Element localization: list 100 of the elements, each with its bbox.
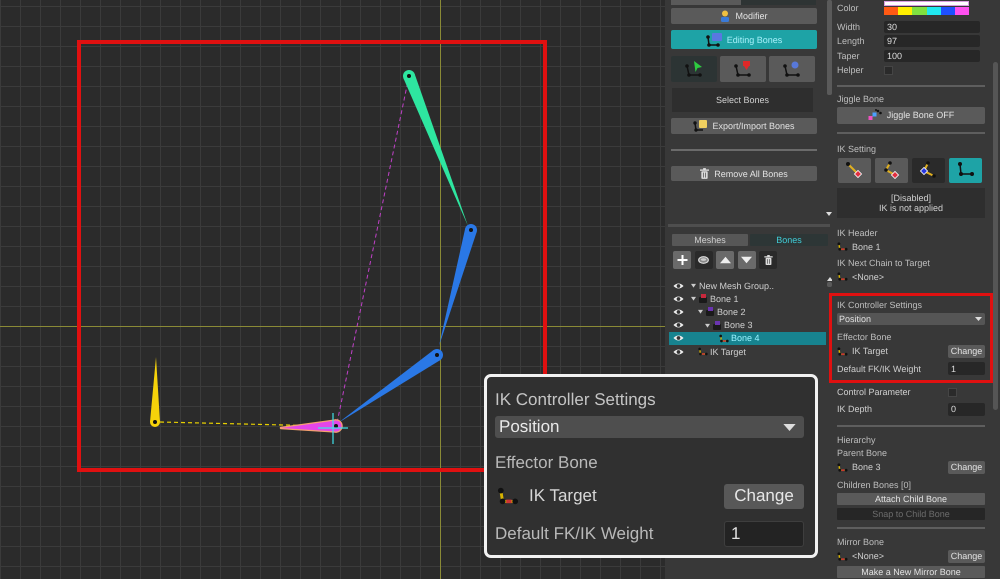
change-button[interactable]: Change [724, 484, 804, 508]
section-title: IK Setting [837, 144, 878, 154]
tree-item[interactable]: New Mesh Group.. [669, 279, 826, 292]
field-label: IK Header [837, 228, 879, 238]
scrollbar-thumb[interactable] [826, 0, 832, 95]
palette-swatch[interactable] [926, 7, 941, 15]
checkbox[interactable] [948, 388, 957, 396]
tree-item[interactable]: Bone 4 [669, 332, 826, 345]
move-up-button[interactable] [716, 251, 734, 269]
expand-arrow-icon[interactable] [698, 309, 703, 314]
expand-arrow-icon[interactable] [691, 283, 696, 288]
palette-swatch[interactable] [884, 7, 898, 15]
tab[interactable]: Bones [750, 234, 828, 246]
eye-icon[interactable] [673, 334, 684, 342]
bone-name: <None> [852, 272, 884, 282]
ik-mode-button[interactable] [838, 158, 871, 182]
ik-mode-button[interactable] [912, 158, 945, 182]
field-label: Length [837, 36, 866, 46]
trash-icon [762, 255, 774, 265]
bone-name: IK Target [852, 346, 888, 356]
ik-status-note: IK is not applied [878, 202, 944, 212]
section-title: IK Controller Settings [495, 389, 657, 411]
bone-chain-cursor-icon [685, 61, 703, 77]
number-field[interactable]: 100 [884, 50, 980, 62]
change-button[interactable]: Change [948, 550, 985, 562]
checkbox[interactable] [884, 66, 893, 74]
number-field[interactable]: 97 [884, 35, 980, 47]
section-title: Jiggle Bone [837, 94, 886, 104]
tab[interactable]: Meshes [672, 234, 748, 246]
crosshair-icon [318, 413, 348, 444]
field-label: Default FK/IK Weight [495, 524, 654, 544]
palette-swatch[interactable] [954, 7, 970, 15]
scroll-down-arrow-icon[interactable] [826, 212, 832, 216]
eye-icon[interactable] [673, 308, 684, 316]
number-field[interactable]: 30 [884, 20, 980, 32]
weight-field[interactable]: 1 [948, 362, 985, 375]
ik-status-title: [Disabled] [890, 192, 932, 202]
select-bones-hint: Select Bones [672, 88, 813, 112]
weight-field[interactable]: 1 [724, 521, 804, 547]
mode-dropdown[interactable]: Position [837, 312, 985, 324]
current-color-swatch[interactable] [884, 1, 969, 6]
field-label: Control Parameter [837, 387, 911, 397]
trash-icon [700, 168, 710, 179]
attach-child-bone-button[interactable]: Attach Child Bone [837, 492, 985, 504]
change-button[interactable]: Change [948, 344, 985, 358]
field-label: IK Next Chain to Target [837, 258, 931, 268]
palette-swatch[interactable] [940, 7, 955, 15]
delete-button[interactable] [759, 251, 777, 269]
tree-item[interactable]: Bone 2 [669, 305, 826, 319]
scrollbar-thumb[interactable] [827, 282, 832, 287]
bone-chain-icon [956, 161, 976, 179]
mesh-button[interactable] [694, 251, 712, 269]
eye-icon[interactable] [673, 348, 684, 356]
eye-icon[interactable] [673, 321, 684, 330]
up-triangle-icon [720, 255, 730, 265]
bone-chain-pin-icon [734, 61, 752, 77]
expand-arrow-icon[interactable] [705, 322, 710, 328]
tree-item[interactable]: Bone 1 [669, 292, 826, 306]
bone-chain-icon [698, 347, 708, 356]
dropdown-caret-icon [975, 316, 982, 320]
person-icon [720, 10, 730, 22]
eye-icon[interactable] [673, 282, 684, 290]
viewport-canvas[interactable] [0, 0, 665, 579]
jiggle-bone-button[interactable]: Jiggle Bone OFF [837, 106, 985, 124]
scroll-up-arrow-icon[interactable] [826, 277, 832, 281]
tree-item[interactable]: Bone 3 [669, 318, 826, 332]
mode-dropdown[interactable]: Position [495, 416, 804, 438]
export-import-button[interactable]: Export/Import Bones [671, 118, 817, 134]
palette-swatch[interactable] [912, 7, 927, 15]
bone-chain-icon [837, 242, 848, 251]
tool-button[interactable] [671, 56, 717, 82]
ik-mode-button[interactable] [875, 158, 908, 182]
bone-shape[interactable] [403, 70, 468, 226]
scrollbar-thumb[interactable] [993, 62, 998, 410]
tool-button[interactable] [769, 56, 815, 82]
modifier-button[interactable]: Modifier [671, 8, 817, 24]
field-label: Parent Bone [837, 448, 888, 458]
bone-diamond-icon [844, 161, 864, 179]
bone-chain-icon [837, 552, 848, 560]
depth-field[interactable]: 0 [948, 402, 985, 416]
bone-chain-icon [837, 462, 848, 472]
change-button[interactable]: Change [948, 460, 985, 474]
bone-chain-joint-diamond-icon [918, 161, 938, 179]
eye-icon[interactable] [673, 294, 684, 303]
bone-shape[interactable] [439, 224, 477, 346]
move-down-button[interactable] [738, 251, 756, 269]
expand-arrow-icon[interactable] [691, 296, 696, 302]
field-label: Effector Bone [837, 332, 892, 342]
remove-all-bones-button[interactable]: Remove All Bones [671, 166, 817, 181]
bone-chain-document-icon [693, 120, 708, 132]
bone-shape[interactable] [280, 419, 343, 433]
bone-shape[interactable] [150, 357, 160, 427]
tool-button[interactable] [720, 56, 766, 82]
field-label: Helper [837, 65, 865, 75]
make-mirror-bone-button[interactable]: Make a New Mirror Bone [837, 566, 985, 578]
palette-swatch[interactable] [898, 7, 912, 15]
dropdown-caret-icon [783, 424, 796, 430]
ik-mode-button[interactable] [949, 158, 982, 182]
add-button[interactable] [673, 251, 691, 269]
tree-item[interactable]: IK Target [669, 344, 826, 358]
